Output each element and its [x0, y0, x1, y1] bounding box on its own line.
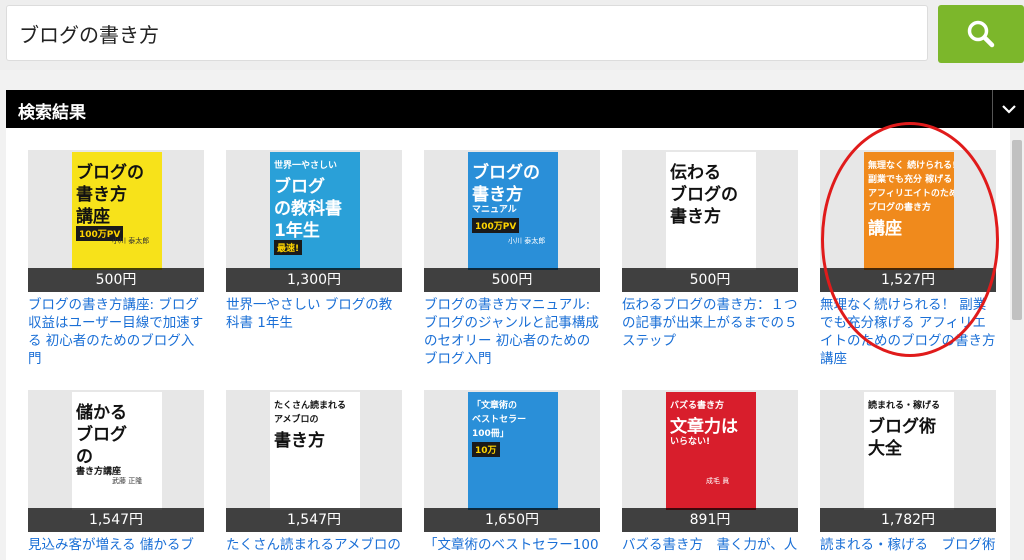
cover-text: アメブロの [274, 415, 319, 425]
book-cover[interactable]: たくさん読まれる アメブロの 書き方 1,547円 [226, 390, 402, 532]
search-bar [0, 0, 1024, 70]
search-icon [967, 20, 995, 48]
book-cover[interactable]: 読まれる・稼げる ブログ術 大全 1,782円 [820, 390, 996, 532]
cover-text: アフィリエイトのための [868, 189, 954, 199]
book-card[interactable]: 世界一やさしい ブログ の教科書 1年生 最速! 1,300円世界一やさしい ブログの教科… [226, 150, 404, 332]
book-cover[interactable]: 「文章術のベストセラー 100冊」 10万 1,650円 [424, 390, 600, 532]
book-cover-art: 「文章術のベストセラー 100冊」 10万 [468, 392, 558, 510]
book-card[interactable]: バズる書き方 文章力は いらない! 成毛 眞 891円 バズる書き方 書く力が、人 [622, 390, 800, 554]
cover-banner: 10万 [472, 442, 500, 457]
cover-author: 小川 泰太郎 [508, 237, 546, 245]
book-title-link[interactable]: ブログの書き方マニュアル: ブログのジャンルと記事構成のセオリー 初心者のための… [424, 296, 602, 368]
price-label: 1,782円 [820, 508, 996, 532]
book-card[interactable]: ブログの 書き方 講座 100万PV 小川 泰太郎 500円 ブログの書き方講座: ブログ収… [28, 150, 206, 368]
book-cover[interactable]: 儲かる ブログの書き方講座 武藤 正隆 1,547円 [28, 390, 204, 532]
cover-text: 講座 [76, 207, 110, 227]
book-title-link[interactable]: ブログの書き方講座: ブログ収益はユーザー目線で加速する 初心者のためのブログ入… [28, 296, 206, 368]
price-label: 500円 [28, 268, 204, 292]
book-card[interactable]: 伝わる ブログの 書き方 500円 伝わるブログの書き方：１つの記事が出来上がるまでの５… [622, 150, 800, 350]
cover-author: 成毛 眞 [706, 477, 730, 485]
cover-text: 1年生 [274, 221, 320, 241]
price-label: 1,547円 [28, 508, 204, 532]
price-label: 1,650円 [424, 508, 600, 532]
book-cover-art: 読まれる・稼げる ブログ術 大全 [864, 392, 954, 510]
book-cover[interactable]: バズる書き方 文章力は いらない! 成毛 眞 891円 [622, 390, 798, 532]
scrollbar-thumb[interactable] [1012, 140, 1022, 320]
price-label: 891円 [622, 508, 798, 532]
price-label: 1,547円 [226, 508, 402, 532]
cover-text: 無理なく 続けられる! [868, 161, 954, 171]
cover-text: いらない! [670, 437, 711, 447]
cover-text: ベストセラー [472, 415, 527, 425]
book-cover-art: ブログの 書き方 マニュアル 100万PV 小川 泰太郎 [468, 152, 558, 270]
cover-text: 書き方 [274, 431, 325, 451]
book-title-link[interactable]: 伝わるブログの書き方：１つの記事が出来上がるまでの５ステップ [622, 296, 800, 350]
price-label: 500円 [424, 268, 600, 292]
book-cover-art: 世界一やさしい ブログ の教科書 1年生 最速! [270, 152, 360, 270]
cover-text: 100冊」 [472, 429, 509, 439]
book-card[interactable]: 読まれる・稼げる ブログ術 大全 1,782円読まれる・稼げる ブログ術 [820, 390, 998, 554]
cover-text: ブログの書き方 [868, 203, 932, 213]
book-cover-art: ブログの 書き方 講座 100万PV 小川 泰太郎 [72, 152, 162, 270]
search-input[interactable] [6, 5, 928, 61]
book-cover-art: たくさん読まれる アメブロの書き方 [270, 392, 360, 510]
scrollbar[interactable] [1010, 128, 1024, 560]
book-cover-art: 伝わる ブログの 書き方 [666, 152, 756, 270]
book-title-link[interactable]: 見込み客が増える 儲かるブ [28, 536, 206, 554]
book-card[interactable]: 儲かる ブログの書き方講座 武藤 正隆 1,547円見込み客が増える 儲かるブ [28, 390, 206, 554]
cover-text: 書き方 [670, 207, 721, 227]
book-title-link[interactable]: 「文章術のベストセラー100 [424, 536, 602, 554]
cover-text: 「文章術の [472, 401, 518, 411]
book-title-link[interactable]: 無理なく続けられる！ 副業でも充分稼げる アフィリエイトのためのブログの書き方講… [820, 296, 998, 368]
book-title-link[interactable]: 世界一やさしい ブログの教科書 1年生 [226, 296, 404, 332]
book-cover[interactable]: ブログの 書き方 マニュアル 100万PV 小川 泰太郎 500円 [424, 150, 600, 292]
results-header: 検索結果 [6, 90, 992, 128]
book-card[interactable]: 「文章術のベストセラー 100冊」 10万 1,650円「文章術のベストセラー100 [424, 390, 602, 554]
book-cover[interactable]: 伝わる ブログの 書き方 500円 [622, 150, 798, 292]
price-label: 500円 [622, 268, 798, 292]
cover-banner: 100万PV [472, 218, 520, 233]
price-label: 1,300円 [226, 268, 402, 292]
book-card[interactable]: ブログの 書き方 マニュアル 100万PV 小川 泰太郎 500円 ブログの書き方マニュアル… [424, 150, 602, 368]
book-cover[interactable]: 世界一やさしい ブログ の教科書 1年生 最速! 1,300円 [226, 150, 402, 292]
cover-text: バズる書き方 [670, 401, 725, 411]
book-card[interactable]: たくさん読まれる アメブロの 書き方 1,547円 たくさん読まれるアメブロの [226, 390, 404, 554]
cover-author: 武藤 正隆 [112, 477, 143, 485]
book-card[interactable]: 無理なく 続けられる! 副業でも充分 稼げるアフィリエイトのためのブログの書き方講… [820, 150, 998, 368]
collapse-button[interactable] [992, 90, 1024, 128]
book-cover-art: 儲かる ブログの書き方講座 武藤 正隆 [72, 392, 162, 510]
price-label: 1,527円 [820, 268, 996, 292]
cover-text: 読まれる・稼げる [868, 401, 941, 411]
book-cover-art: バズる書き方 文章力は いらない! 成毛 眞 [666, 392, 756, 510]
cover-text: 講座 [868, 219, 902, 239]
book-title-link[interactable]: バズる書き方 書く力が、人 [622, 536, 800, 554]
book-cover-art: 無理なく 続けられる! 副業でも充分 稼げるアフィリエイトのためのブログの書き方講… [864, 152, 954, 270]
cover-author: 小川 泰太郎 [112, 237, 150, 245]
cover-text: たくさん読まれる [274, 401, 347, 411]
book-title-link[interactable]: たくさん読まれるアメブロの [226, 536, 404, 554]
search-button[interactable] [938, 5, 1024, 63]
book-cover[interactable]: 無理なく 続けられる! 副業でも充分 稼げるアフィリエイトのためのブログの書き方講… [820, 150, 996, 292]
chevron-down-icon [1001, 105, 1016, 114]
book-title-link[interactable]: 読まれる・稼げる ブログ術 [820, 536, 998, 554]
book-cover[interactable]: ブログの 書き方 講座 100万PV 小川 泰太郎 500円 [28, 150, 204, 292]
cover-banner: 最速! [274, 240, 303, 255]
cover-text: 副業でも充分 稼げる [868, 175, 953, 185]
cover-text: 大全 [868, 439, 902, 459]
cover-text: 世界一やさしい [274, 161, 338, 171]
cover-text: マニュアル [472, 205, 517, 215]
